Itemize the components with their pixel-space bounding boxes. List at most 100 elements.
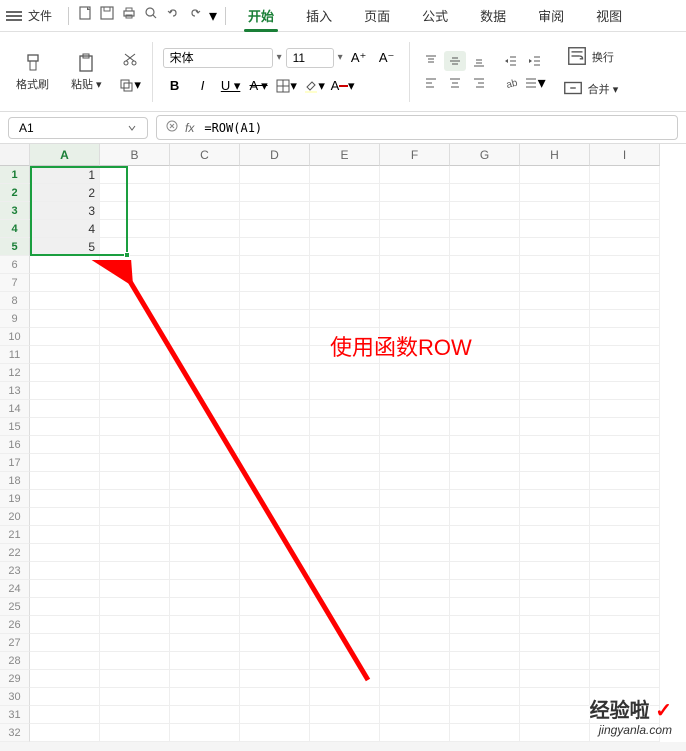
- column-header-I[interactable]: I: [590, 144, 660, 166]
- cell[interactable]: [380, 526, 450, 544]
- cell[interactable]: [590, 598, 660, 616]
- chevron-down-icon[interactable]: ▾: [338, 52, 343, 63]
- row-header[interactable]: 7: [0, 274, 30, 292]
- cell[interactable]: [170, 220, 240, 238]
- cell[interactable]: [170, 238, 240, 256]
- strikethrough-button[interactable]: A ▾: [247, 74, 271, 98]
- row-header[interactable]: 10: [0, 328, 30, 346]
- cell[interactable]: [520, 562, 590, 580]
- cell[interactable]: [170, 310, 240, 328]
- row-header[interactable]: 20: [0, 508, 30, 526]
- row-header[interactable]: 28: [0, 652, 30, 670]
- cell[interactable]: [520, 508, 590, 526]
- cell[interactable]: [450, 490, 520, 508]
- cell[interactable]: [310, 184, 380, 202]
- cell[interactable]: [30, 328, 100, 346]
- cell[interactable]: [240, 166, 310, 184]
- cell[interactable]: [100, 688, 170, 706]
- cell[interactable]: [310, 508, 380, 526]
- cell[interactable]: [170, 508, 240, 526]
- cell[interactable]: [100, 652, 170, 670]
- cell[interactable]: [170, 292, 240, 310]
- cell[interactable]: [170, 346, 240, 364]
- row-header[interactable]: 14: [0, 400, 30, 418]
- cell[interactable]: [450, 634, 520, 652]
- cell[interactable]: 2: [30, 184, 100, 202]
- cell[interactable]: [520, 634, 590, 652]
- cut-icon[interactable]: [118, 47, 142, 71]
- cell[interactable]: [310, 310, 380, 328]
- new-icon[interactable]: [77, 5, 93, 26]
- row-header[interactable]: 1: [0, 166, 30, 184]
- row-header[interactable]: 17: [0, 454, 30, 472]
- cell[interactable]: [450, 436, 520, 454]
- cell[interactable]: [310, 724, 380, 742]
- cell[interactable]: [240, 670, 310, 688]
- cell[interactable]: [240, 544, 310, 562]
- cell[interactable]: [100, 292, 170, 310]
- cell[interactable]: [240, 364, 310, 382]
- cell[interactable]: [30, 382, 100, 400]
- cell[interactable]: [240, 418, 310, 436]
- row-header[interactable]: 19: [0, 490, 30, 508]
- cell[interactable]: [450, 652, 520, 670]
- cell[interactable]: [30, 526, 100, 544]
- cell[interactable]: [520, 256, 590, 274]
- cell[interactable]: 5: [30, 238, 100, 256]
- tab-review[interactable]: 审阅: [524, 0, 578, 31]
- column-header-D[interactable]: D: [240, 144, 310, 166]
- underline-button[interactable]: U ▾: [219, 74, 243, 98]
- cell[interactable]: [380, 598, 450, 616]
- cell[interactable]: [450, 310, 520, 328]
- formula-input[interactable]: =ROW(A1): [204, 121, 262, 135]
- cell[interactable]: [520, 706, 590, 724]
- cell[interactable]: [240, 598, 310, 616]
- cell[interactable]: [30, 454, 100, 472]
- row-header[interactable]: 5: [0, 238, 30, 256]
- cell[interactable]: [170, 400, 240, 418]
- cell[interactable]: [240, 220, 310, 238]
- cell[interactable]: [520, 310, 590, 328]
- cell[interactable]: [170, 670, 240, 688]
- cell[interactable]: [30, 724, 100, 742]
- justify-icon[interactable]: ▾: [524, 73, 546, 93]
- cell[interactable]: [380, 400, 450, 418]
- cell[interactable]: [240, 274, 310, 292]
- cell[interactable]: [450, 688, 520, 706]
- row-header[interactable]: 4: [0, 220, 30, 238]
- row-header[interactable]: 9: [0, 310, 30, 328]
- cell[interactable]: [310, 238, 380, 256]
- cell[interactable]: [170, 634, 240, 652]
- cell[interactable]: [380, 508, 450, 526]
- cell[interactable]: [100, 256, 170, 274]
- preview-icon[interactable]: [143, 5, 159, 26]
- copy-icon[interactable]: ▾: [118, 73, 142, 97]
- paste-button[interactable]: 粘贴 ▾: [65, 48, 108, 96]
- cell[interactable]: [310, 544, 380, 562]
- cell[interactable]: [450, 544, 520, 562]
- cell[interactable]: [520, 598, 590, 616]
- cell[interactable]: [170, 562, 240, 580]
- font-name-select[interactable]: [163, 48, 273, 68]
- cell[interactable]: [240, 400, 310, 418]
- row-header[interactable]: 30: [0, 688, 30, 706]
- align-left-icon[interactable]: [420, 73, 442, 93]
- cell[interactable]: [380, 436, 450, 454]
- cell[interactable]: [170, 472, 240, 490]
- cell[interactable]: [30, 310, 100, 328]
- cell[interactable]: [100, 526, 170, 544]
- cell[interactable]: [380, 274, 450, 292]
- cell[interactable]: [450, 202, 520, 220]
- align-middle-icon[interactable]: [444, 51, 466, 71]
- cell[interactable]: [380, 724, 450, 742]
- cell[interactable]: [100, 418, 170, 436]
- cell[interactable]: [240, 688, 310, 706]
- row-header[interactable]: 24: [0, 580, 30, 598]
- cell[interactable]: [590, 400, 660, 418]
- cell[interactable]: [100, 436, 170, 454]
- cell[interactable]: [450, 292, 520, 310]
- column-header-B[interactable]: B: [100, 144, 170, 166]
- file-menu[interactable]: 文件: [28, 7, 52, 24]
- cancel-icon[interactable]: [165, 119, 179, 136]
- cell[interactable]: [240, 328, 310, 346]
